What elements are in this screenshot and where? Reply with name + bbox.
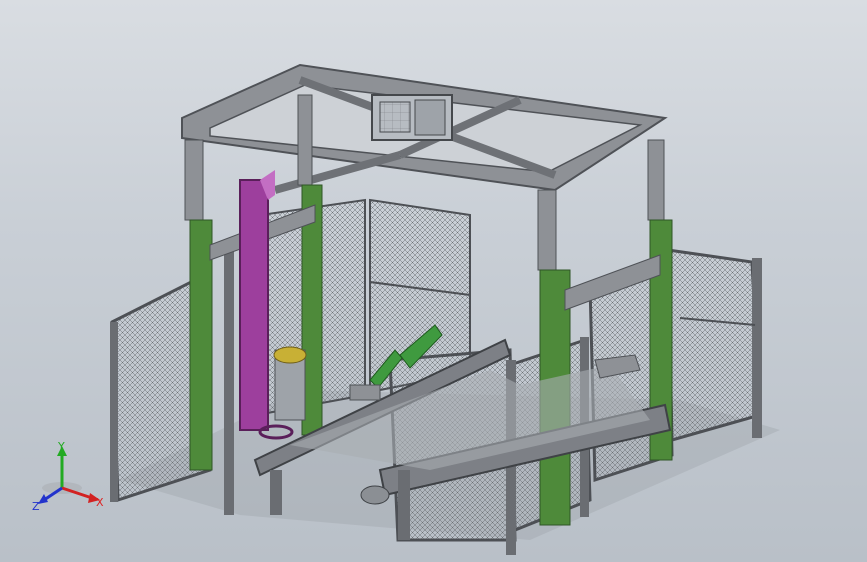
triad-x-label: X	[96, 496, 104, 509]
triad-y-label: Y	[57, 440, 65, 453]
cad-viewport[interactable]: Y X Z	[0, 0, 867, 562]
model-scene[interactable]	[0, 0, 867, 562]
triad-z-label: Z	[32, 500, 40, 513]
drive-motor	[371, 94, 453, 141]
orientation-triad: Y X Z	[32, 440, 104, 513]
